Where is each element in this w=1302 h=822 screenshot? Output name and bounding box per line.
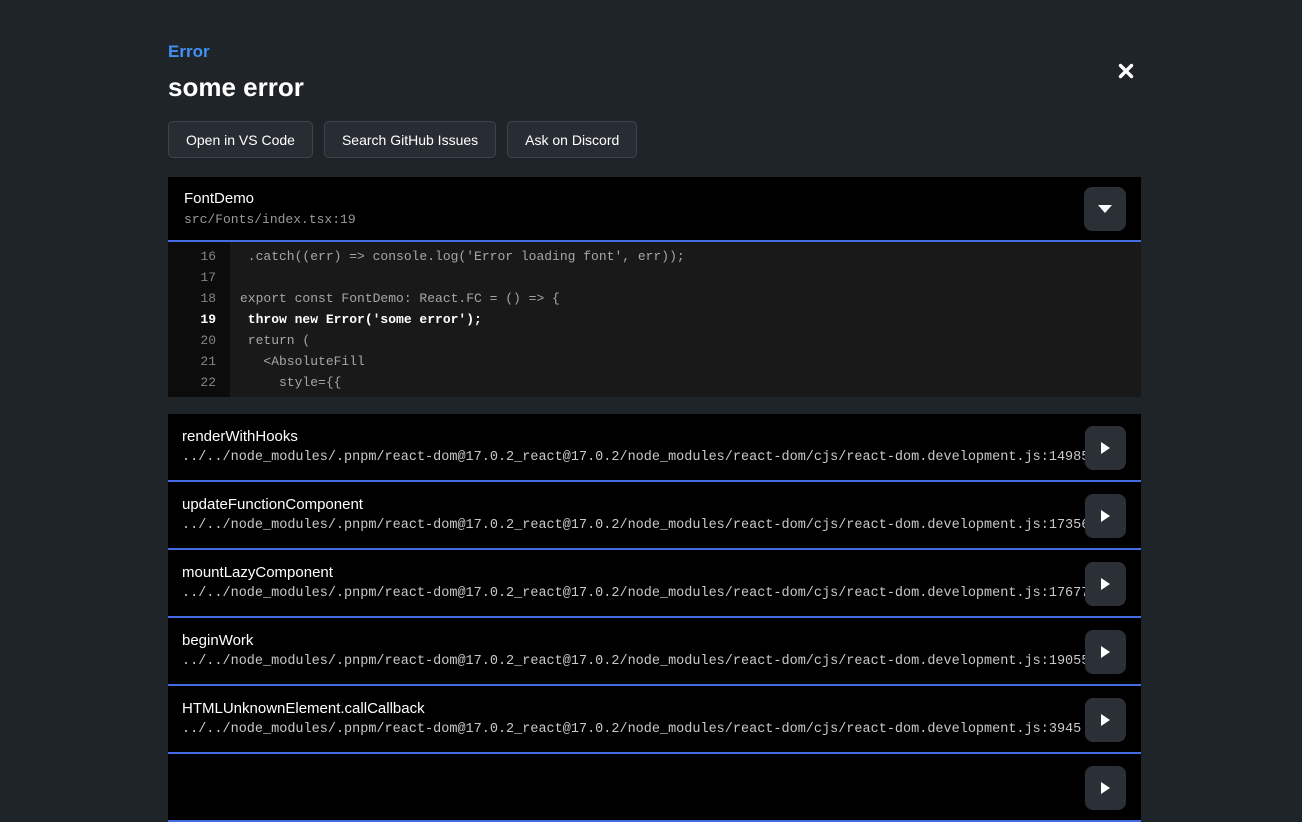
open-stack-frame-button[interactable] [1085,494,1126,538]
stack-frame-row: renderWithHooks ../../node_modules/.pnpm… [168,414,1141,482]
code-text [230,267,240,288]
stack-frame-row: beginWork ../../node_modules/.pnpm/react… [168,618,1141,686]
action-button[interactable]: Open in VS Code [168,121,313,158]
stack-frame-function: mountLazyComponent [182,563,1071,582]
play-icon [1101,646,1110,658]
open-stack-frame-button[interactable] [1085,698,1126,742]
stack-frame-text: beginWork ../../node_modules/.pnpm/react… [182,631,1071,670]
stack-frame-path: ../../node_modules/.pnpm/react-dom@17.0.… [182,653,1071,670]
code-line: 18 export const FontDemo: React.FC = () … [168,288,1141,309]
stack-frame-function: renderWithHooks [182,427,1071,446]
code-frame-titles: FontDemo src/Fonts/index.tsx:19 [184,189,356,228]
stack-frame-path: ../../node_modules/.pnpm/react-dom@17.0.… [182,721,1071,738]
code-text: <AbsoluteFill [230,351,365,372]
line-number: 20 [168,330,230,351]
code-line: 22 style={{ [168,372,1141,393]
code-snippet: 16 .catch((err) => console.log('Error lo… [168,242,1141,397]
action-button[interactable]: Ask on Discord [507,121,637,158]
stack-frame-function: updateFunctionComponent [182,495,1071,514]
code-text: export const FontDemo: React.FC = () => … [230,288,560,309]
line-number: 17 [168,267,230,288]
code-line: 16 .catch((err) => console.log('Error lo… [168,246,1141,267]
stack-frame-function: beginWork [182,631,1071,650]
line-number: 21 [168,351,230,372]
stack-frame-path: ../../node_modules/.pnpm/react-dom@17.0.… [182,449,1071,466]
chevron-down-icon [1098,205,1112,213]
code-line: 17 [168,267,1141,288]
play-icon [1101,442,1110,454]
code-text: style={{ [230,372,341,393]
error-message: some error [168,72,1141,102]
stack-frame-row: HTMLUnknownElement.callCallback ../../no… [168,686,1141,754]
code-line: 19 throw new Error('some error'); [168,309,1141,330]
close-overlay-button[interactable] [1111,56,1141,86]
play-icon [1101,510,1110,522]
stack-frame-text: HTMLUnknownElement.callCallback ../../no… [182,699,1071,738]
stack-trace-list: renderWithHooks ../../node_modules/.pnpm… [168,414,1141,822]
line-number: 18 [168,288,230,309]
line-number: 19 [168,309,230,330]
stack-frame-path: ../../node_modules/.pnpm/react-dom@17.0.… [182,517,1071,534]
open-stack-frame-button[interactable] [1085,562,1126,606]
error-overlay: Error some error Open in VS Code Search G… [168,0,1141,776]
stack-frame-text: renderWithHooks ../../node_modules/.pnpm… [182,427,1071,466]
code-frame-header: FontDemo src/Fonts/index.tsx:19 [168,177,1141,240]
collapse-code-frame-button[interactable] [1084,187,1126,231]
code-text: .catch((err) => console.log('Error loadi… [230,246,685,267]
open-stack-frame-button[interactable] [1085,426,1126,470]
stack-frame-path: ../../node_modules/.pnpm/react-dom@17.0.… [182,585,1071,602]
stack-frame-row: mountLazyComponent ../../node_modules/.p… [168,550,1141,618]
play-icon [1101,578,1110,590]
action-buttons: Open in VS Code Search GitHub Issues Ask o… [168,121,1141,158]
open-stack-frame-button[interactable] [1085,630,1126,674]
play-icon [1101,782,1110,794]
stack-frame-text: updateFunctionComponent ../../node_modul… [182,495,1071,534]
line-number: 16 [168,246,230,267]
stack-frame-text: mountLazyComponent ../../node_modules/.p… [182,563,1071,602]
stack-frame-row: updateFunctionComponent ../../node_modul… [168,482,1141,550]
code-frame-location: src/Fonts/index.tsx:19 [184,211,356,228]
code-text: return ( [230,330,310,351]
code-line: 20 return ( [168,330,1141,351]
play-icon [1101,714,1110,726]
code-frame: FontDemo src/Fonts/index.tsx:19 16 .catc… [168,177,1141,397]
open-stack-frame-button[interactable] [1085,766,1126,810]
stack-frame-row [168,754,1141,822]
action-button[interactable]: Search GitHub Issues [324,121,496,158]
code-text: throw new Error('some error'); [230,309,482,330]
code-frame-title: FontDemo [184,189,356,208]
line-number: 22 [168,372,230,393]
code-line: 21 <AbsoluteFill [168,351,1141,372]
stack-frame-function: HTMLUnknownElement.callCallback [182,699,1071,718]
close-icon [1117,62,1135,80]
error-kind-label: Error [168,42,1141,62]
